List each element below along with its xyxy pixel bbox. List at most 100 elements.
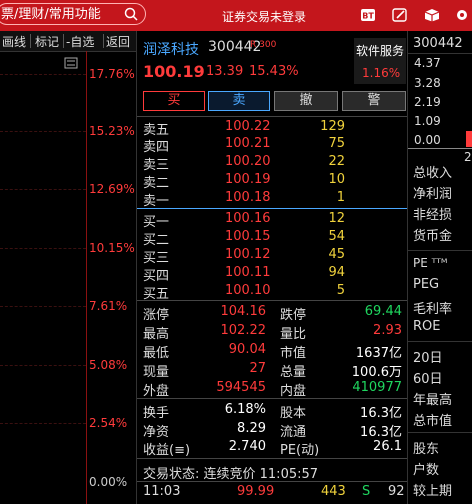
stat-label: 现量 — [143, 365, 170, 380]
stat-label: 股本 — [280, 406, 307, 421]
tick-price: 99.99 — [237, 484, 275, 499]
stat-value: 102.22 — [220, 323, 267, 338]
ask-price: 100.18 — [225, 190, 271, 205]
bid-row[interactable]: 买四 100.11 94 — [137, 265, 407, 284]
stat-label: 跌停 — [280, 308, 307, 323]
valuation-label[interactable]: PEG — [413, 277, 439, 292]
bid-row[interactable]: 买三 100.12 45 — [137, 247, 407, 266]
bt-icon[interactable]: BT — [360, 8, 376, 22]
bid-price: 100.10 — [225, 283, 271, 298]
box-icon[interactable] — [424, 8, 440, 22]
ask-volume: 22 — [328, 154, 345, 169]
pct-tick-label: 2.54% — [89, 416, 128, 430]
scale-label: 3.28 — [414, 76, 441, 90]
holder-label[interactable]: 户数 — [413, 459, 439, 478]
pct-tick-label: 0.00% — [89, 475, 128, 489]
stat-value: 69.44 — [364, 304, 402, 319]
sell-button[interactable]: 卖 — [208, 91, 270, 111]
tick-direction: S — [362, 484, 371, 499]
ask-price: 100.19 — [225, 172, 271, 187]
fin-label[interactable]: 货币金 — [413, 225, 452, 244]
bid-price: 100.15 — [225, 229, 271, 244]
pct-tick-label: 12.69% — [89, 182, 135, 196]
scale-label: 2.19 — [414, 95, 441, 109]
ask-price: 100.21 — [225, 136, 271, 151]
back-button[interactable]: 返回 — [106, 33, 130, 50]
holder-label[interactable]: 股东 — [413, 438, 439, 457]
stat-value: 2.93 — [373, 323, 402, 338]
edit-icon[interactable] — [392, 8, 408, 22]
chart-gridline — [0, 131, 86, 132]
login-status-text[interactable]: 证券交易未登录 — [222, 8, 306, 25]
chart-gridline — [0, 74, 86, 75]
pct-tick-label: 10.15% — [89, 241, 135, 255]
alert-button[interactable]: 警 — [342, 91, 406, 111]
valuation-label[interactable]: PE ᵀᵀᴹ — [413, 256, 447, 270]
fin-label[interactable]: 净利润 — [413, 183, 452, 202]
panel-divider — [407, 31, 408, 504]
ask-volume: 10 — [328, 172, 345, 187]
tick-count: 92 — [388, 484, 405, 499]
stat-value: 90.04 — [228, 342, 266, 357]
stat-label: 流通 — [280, 425, 307, 440]
ask-row[interactable]: 卖五 100.22 129 — [137, 119, 407, 138]
orderbook-midline — [137, 208, 407, 209]
chart-gridline — [0, 365, 86, 366]
chart-settings-icon[interactable] — [64, 57, 78, 69]
range-label[interactable]: 年最高 — [413, 389, 452, 408]
bid-row[interactable]: 买五 100.10 5 — [137, 283, 407, 302]
ask-row[interactable]: 卖四 100.21 75 — [137, 136, 407, 155]
fin-label[interactable]: 总收入 — [413, 162, 452, 181]
ask-row[interactable]: 卖三 100.20 22 — [137, 154, 407, 173]
bid-label: 买一 — [143, 215, 170, 230]
pct-tick-label: 15.23% — [89, 124, 135, 138]
stat-label: 量比 — [280, 327, 307, 342]
ask-label: 卖一 — [143, 194, 170, 209]
chart-area[interactable] — [0, 51, 136, 504]
chart-gridline — [0, 423, 86, 424]
current-price: 100.19 — [143, 62, 205, 81]
bid-row[interactable]: 买一 100.16 12 — [137, 211, 407, 230]
stat-row: 现量 27 总量 100.6万 — [137, 361, 407, 380]
draw-line-button[interactable]: 画线 — [2, 33, 26, 50]
chart-gridline — [0, 248, 86, 249]
remove-watchlist-button[interactable]: -自选 — [66, 33, 94, 50]
buy-button[interactable]: 买 — [143, 91, 205, 111]
ask-volume: 75 — [328, 136, 345, 151]
svg-text:BT: BT — [362, 12, 374, 21]
divider — [137, 458, 407, 459]
bid-volume: 45 — [328, 247, 345, 262]
stock-name[interactable]: 润泽科技 — [143, 39, 199, 59]
ask-row[interactable]: 卖一 100.18 1 — [137, 190, 407, 209]
bid-row[interactable]: 买二 100.15 54 — [137, 229, 407, 248]
gear-icon[interactable] — [454, 8, 470, 22]
ask-label: 卖四 — [143, 140, 170, 155]
range-label[interactable]: 总市值 — [413, 410, 452, 429]
valuation-label[interactable]: ROE — [413, 319, 440, 334]
range-label[interactable]: 20日 — [413, 347, 443, 366]
stat-label: 涨停 — [143, 308, 170, 323]
holder-label[interactable]: 较上期 — [413, 480, 452, 499]
toolbar-divider — [103, 34, 104, 48]
cancel-order-button[interactable]: 撤 — [274, 91, 338, 111]
bid-label: 买二 — [143, 233, 170, 248]
range-label[interactable]: 60日 — [413, 368, 443, 387]
stat-value: 410977 — [352, 380, 402, 395]
tick-time: 11:03 — [143, 484, 181, 499]
fin-label[interactable]: 非经损 — [413, 204, 452, 223]
mark-button[interactable]: 标记 — [35, 33, 59, 50]
stat-row: 外盘 594545 内盘 410977 — [137, 380, 407, 399]
bid-price: 100.12 — [225, 247, 271, 262]
bid-label: 买三 — [143, 251, 170, 266]
ask-row[interactable]: 卖二 100.19 10 — [137, 172, 407, 191]
ask-price: 100.22 — [225, 119, 271, 134]
stat-label: PE(动) — [280, 443, 320, 458]
search-icon[interactable] — [124, 7, 138, 21]
stat-label: 最低 — [143, 346, 170, 361]
bid-price: 100.16 — [225, 211, 271, 226]
stat-label: 市值 — [280, 346, 307, 361]
divider — [408, 53, 472, 54]
sector-name[interactable]: 软件服务 — [356, 42, 404, 59]
valuation-label[interactable]: 毛利率 — [413, 298, 452, 317]
right-stock-code[interactable]: 300442 — [413, 36, 463, 51]
